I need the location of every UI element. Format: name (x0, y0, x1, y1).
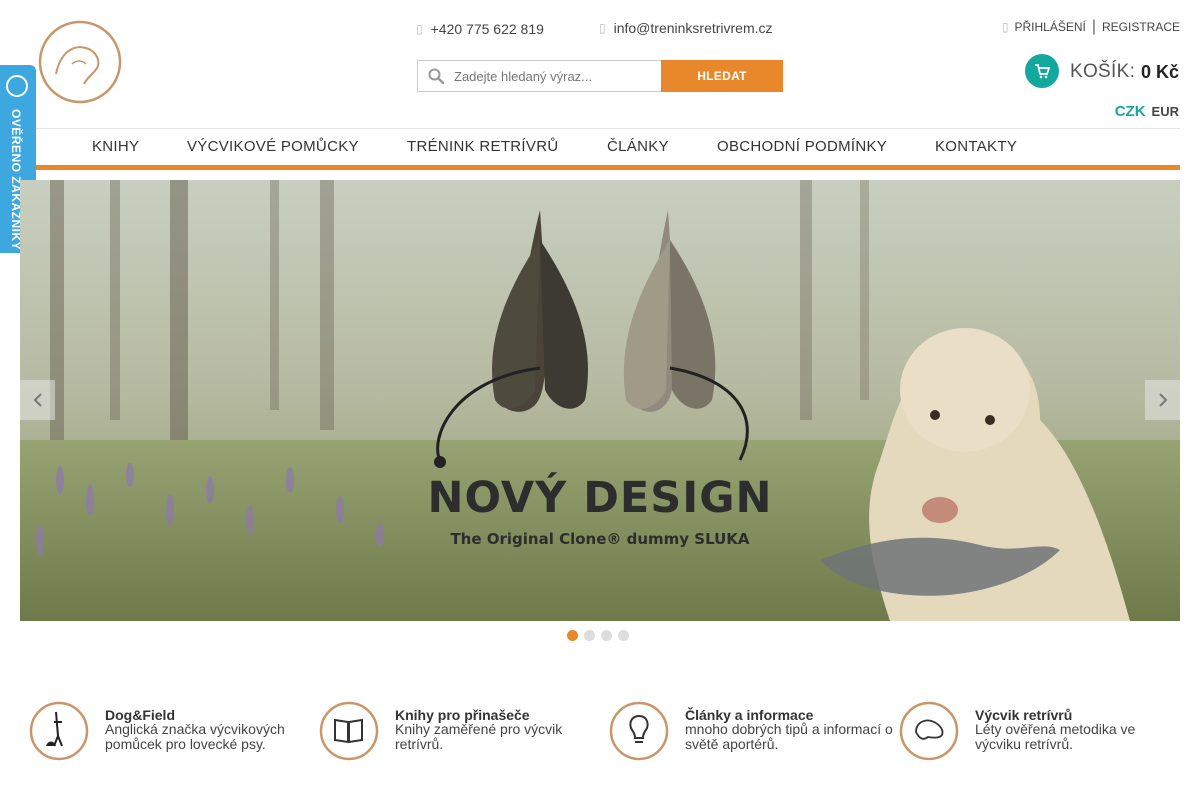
dog-head-icon (899, 701, 959, 761)
currency-switcher: CZK EUR (1115, 103, 1179, 120)
nav-kontakty[interactable]: KONTAKTY (935, 138, 1017, 155)
nav-trenink-retrivru[interactable]: TRÉNINK RETRÍVRŮ (407, 138, 558, 155)
hero-image (20, 180, 1180, 621)
feature-training[interactable]: Výcvik retrívrů Léty ověřená metodika ve… (898, 700, 1188, 762)
chevron-right-icon (1158, 393, 1167, 407)
phone-icon: ▯ (416, 22, 423, 36)
nav-knihy[interactable]: KNIHY (92, 138, 139, 155)
hero-slider[interactable]: NOVÝ DESIGN The Original Clone® dummy SL… (20, 180, 1180, 621)
slider-dot[interactable] (584, 630, 595, 641)
email-icon: ▯ (599, 21, 606, 35)
nav-obchodni-podminky[interactable]: OBCHODNÍ PODMÍNKY (717, 138, 887, 155)
nav-clanky[interactable]: ČLÁNKY (607, 138, 669, 155)
cart-label[interactable]: KOŠÍK: (1070, 61, 1135, 83)
feature-desc: Knihy zaměřené pro výcvik retrívrů. (395, 721, 563, 752)
slider-next-arrow[interactable] (1145, 380, 1180, 420)
verified-seal-icon (6, 75, 28, 97)
slide-subline: The Original Clone® dummy SLUKA (450, 530, 750, 548)
feature-desc: Léty ověřená metodika ve výcviku retrívr… (975, 721, 1136, 752)
search-icon (418, 68, 454, 84)
search-box (417, 60, 661, 92)
dog-field-icon (29, 701, 89, 761)
logo[interactable] (28, 14, 132, 108)
user-icon: ▯ (1001, 20, 1009, 34)
feature-desc: Anglická značka výcvikových pomůcek pro … (105, 721, 285, 752)
cart-total[interactable]: 0 Kč (1141, 62, 1179, 83)
chevron-left-icon (33, 393, 42, 407)
slider-dot[interactable] (618, 630, 629, 641)
phone-number[interactable]: +420 775 622 819 (431, 21, 544, 37)
lightbulb-icon (609, 701, 669, 761)
search-button[interactable]: HLEDAT (661, 60, 783, 92)
feature-desc: mnoho dobrých tipů a informací o světě a… (685, 721, 893, 752)
cart-icon (1035, 64, 1050, 79)
feature-books[interactable]: Knihy pro přinašeče Knihy zaměřené pro v… (318, 700, 608, 762)
currency-czk[interactable]: CZK (1115, 103, 1146, 120)
account-links: ▯ PŘIHLÁŠENÍ | REGISTRACE (1002, 18, 1180, 36)
search-input[interactable] (454, 68, 654, 84)
account-separator: | (1091, 18, 1096, 35)
book-icon (319, 701, 379, 761)
nav-vycvikove-pomucky[interactable]: VÝCVIKOVÉ POMŮCKY (187, 138, 359, 155)
cart-button[interactable] (1025, 54, 1059, 88)
retriever-logo-icon (38, 20, 122, 104)
slider-prev-arrow[interactable] (20, 380, 55, 420)
slider-dot[interactable] (567, 630, 578, 641)
feature-articles[interactable]: Články a informace mnoho dobrých tipů a … (608, 700, 898, 762)
login-link[interactable]: PŘIHLÁŠENÍ (1014, 20, 1085, 34)
slider-dot[interactable] (601, 630, 612, 641)
main-nav: KNIHY VÝCVIKOVÉ POMŮCKY TRÉNINK RETRÍVRŮ… (20, 128, 1180, 170)
slide-headline: NOVÝ DESIGN (427, 473, 773, 523)
phone-contact[interactable]: ▯ +420 775 622 819 (416, 21, 544, 37)
email-contact[interactable]: ▯ info@treninksretrivrem.cz (599, 20, 773, 36)
register-link[interactable]: REGISTRACE (1102, 20, 1180, 34)
slider-dots (567, 630, 629, 641)
feature-dog-field[interactable]: Dog&Field Anglická značka výcvikových po… (28, 700, 318, 762)
currency-eur[interactable]: EUR (1152, 104, 1179, 119)
email-address[interactable]: info@treninksretrivrem.cz (614, 20, 773, 36)
